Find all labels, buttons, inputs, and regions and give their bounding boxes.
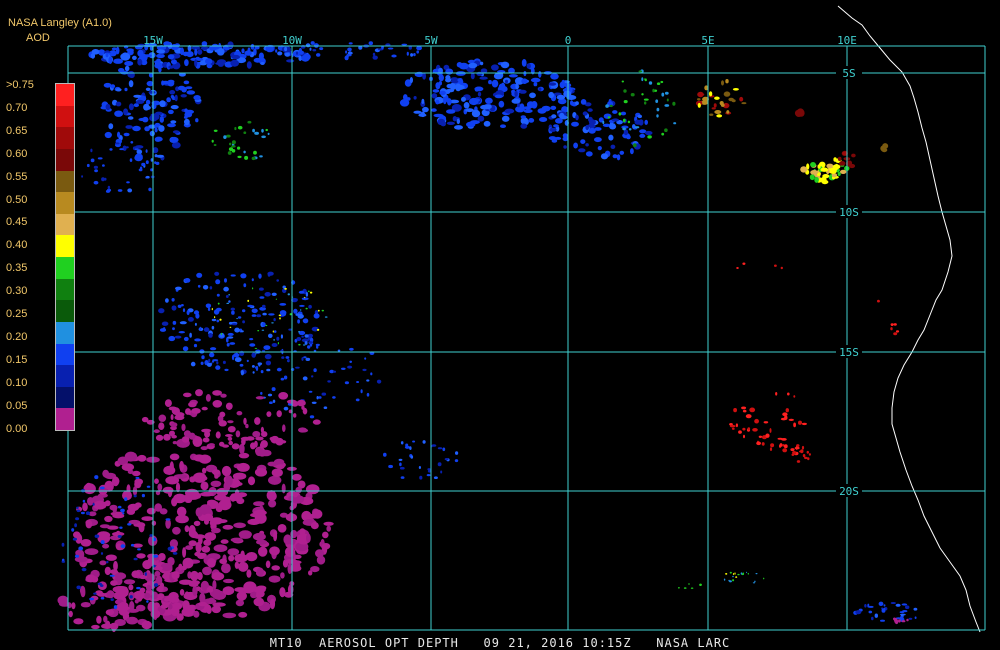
- legend-label: 0.50: [6, 193, 28, 206]
- footer-caption: MT10 AEROSOL OPT DEPTH 09 21, 2016 10:15…: [269, 636, 731, 650]
- legend-label: 0.10: [6, 376, 28, 389]
- legend-label: 0.65: [6, 124, 28, 137]
- latitude-label: 20S: [839, 485, 859, 498]
- longitude-label: 10W: [282, 34, 302, 47]
- longitude-label: 15W: [143, 34, 163, 47]
- latitude-label: 10S: [839, 206, 859, 219]
- aod-retrieval-patches: [57, 41, 918, 633]
- legend-label: 0.60: [6, 147, 28, 160]
- legend-label: 0.00: [6, 422, 28, 435]
- color-legend: [55, 83, 75, 431]
- legend-label: 0.05: [6, 399, 28, 412]
- legend-label: 0.15: [6, 353, 28, 366]
- latitude-label: 15S: [839, 346, 859, 359]
- legend-label: 0.30: [6, 285, 28, 298]
- legend-label: 0.55: [6, 170, 28, 183]
- latitude-label: 5S: [842, 67, 855, 80]
- legend-label: 0.40: [6, 239, 28, 252]
- legend-label: 0.70: [6, 101, 28, 114]
- coastline: [837, 5, 981, 633]
- longitude-label: 10E: [837, 34, 857, 47]
- aerosol-map: 15W 10W 5W 0 5E 10E 5S 10S 15S 20S: [57, 5, 986, 633]
- legend-label: 0.25: [6, 308, 28, 320]
- longitude-label: 0: [565, 34, 572, 47]
- legend-label: 0.20: [6, 330, 28, 343]
- legend-label: 0.35: [6, 262, 28, 275]
- longitude-label: 5E: [701, 34, 714, 47]
- legend-label: >0.75: [6, 79, 34, 91]
- longitude-label: 5W: [424, 34, 438, 47]
- legend-label: 0.45: [6, 216, 28, 229]
